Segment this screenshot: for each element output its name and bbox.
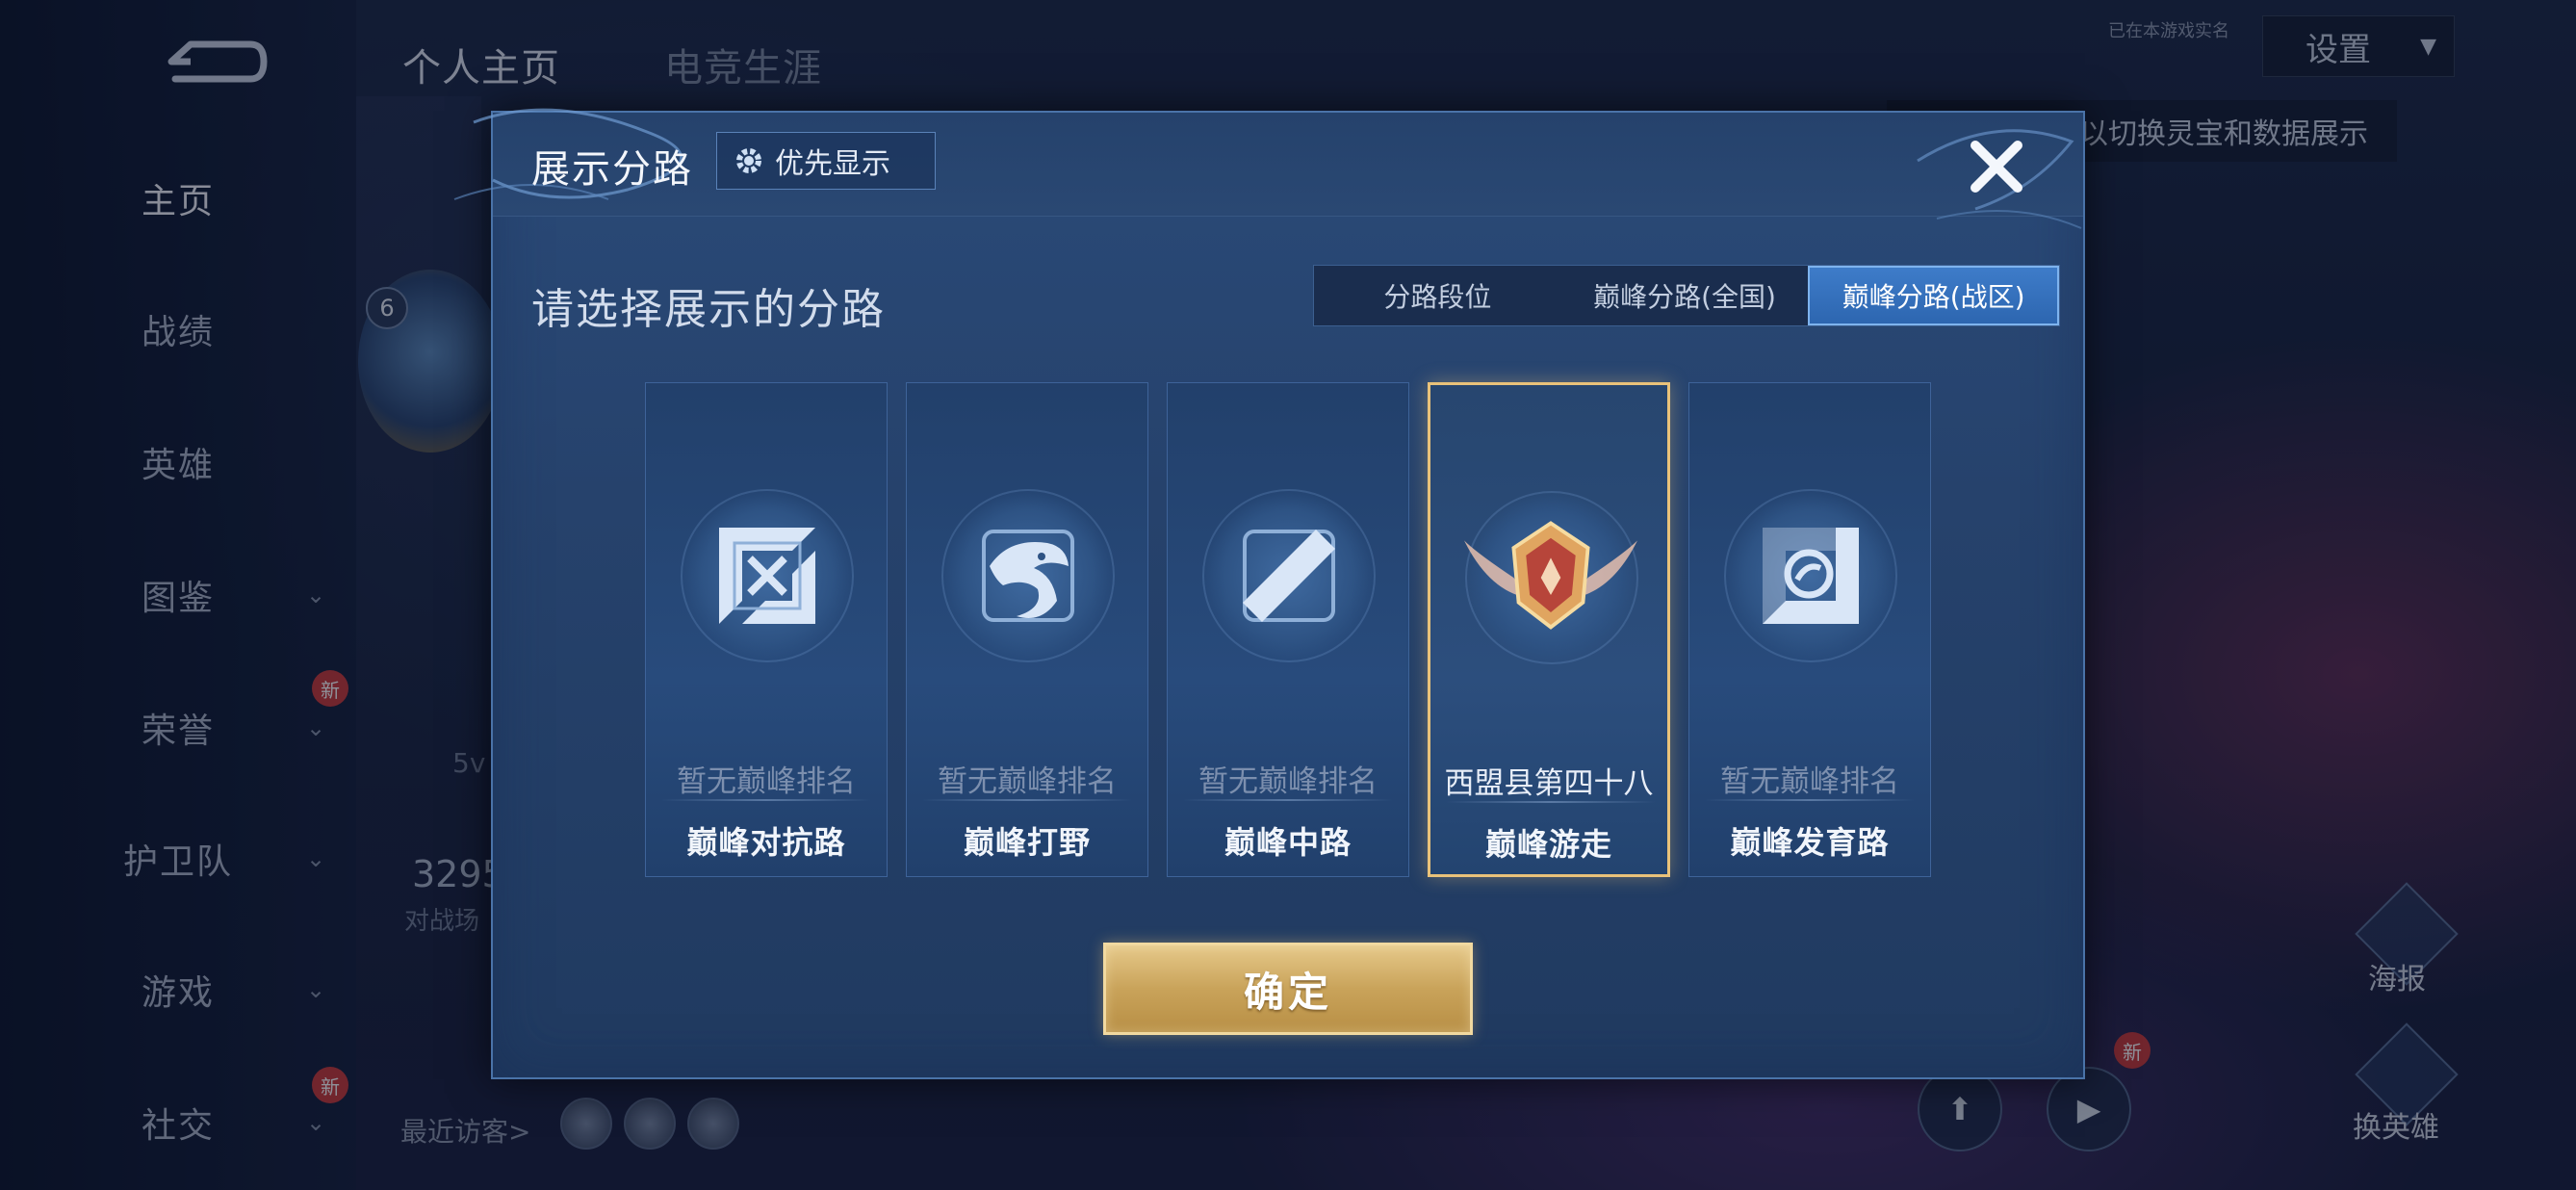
section-title: 请选择展示的分路 <box>531 285 886 334</box>
tab-peak-region[interactable]: 巅峰分路(战区) <box>1808 266 2060 325</box>
lane-name: 巅峰对抗路 <box>686 824 846 861</box>
lane-name: 巅峰打野 <box>963 824 1091 861</box>
lane-card-mid[interactable]: 暂无巅峰排名 巅峰中路 <box>1167 382 1409 877</box>
lane-name: 巅峰发育路 <box>1730 824 1890 861</box>
rank-text: 暂无巅峰排名 <box>938 764 1117 799</box>
rank-text: 西盟县第四十八 <box>1444 766 1654 801</box>
divider <box>922 799 1132 801</box>
rank-text: 暂无巅峰排名 <box>677 764 856 799</box>
lane-display-dialog: 展示分路 优先显示 请选择展示的分路 分路段位 巅峰分路(全国) 巅峰分路(战区… <box>453 108 2085 1079</box>
lane-card-jungle[interactable]: 暂无巅峰排名 巅峰打野 <box>906 382 1148 877</box>
tab-peak-national[interactable]: 巅峰分路(全国) <box>1561 266 1809 325</box>
lane-card-roam[interactable]: 西盟县第四十八 巅峰游走 <box>1428 382 1670 877</box>
farm-lane-icon <box>1763 528 1859 624</box>
dialog-title: 展示分路 <box>531 147 693 192</box>
lane-name: 巅峰中路 <box>1224 824 1352 861</box>
divider <box>1446 801 1656 803</box>
rank-text: 暂无巅峰排名 <box>1720 764 1899 799</box>
close-icon <box>1971 141 2022 193</box>
divider <box>1705 799 1915 801</box>
divider <box>661 799 871 801</box>
tab-lane-rank[interactable]: 分路段位 <box>1314 266 1561 325</box>
roam-winged-badge-icon <box>1464 521 1637 630</box>
dialog-header: 展示分路 优先显示 <box>453 108 2083 229</box>
gear-icon <box>736 148 761 173</box>
lane-card-farm[interactable]: 暂无巅峰排名 巅峰发育路 <box>1688 382 1931 877</box>
priority-display-label: 优先显示 <box>775 147 890 181</box>
mid-lane-icon <box>1243 530 1335 622</box>
clash-lane-icon <box>719 528 815 624</box>
close-button[interactable] <box>1958 128 2035 205</box>
lane-card-clash[interactable]: 暂无巅峰排名 巅峰对抗路 <box>645 382 888 877</box>
divider <box>1183 799 1393 801</box>
rank-text: 暂无巅峰排名 <box>1198 764 1378 799</box>
jungle-dragon-icon <box>982 530 1074 622</box>
lane-type-tabs: 分路段位 巅峰分路(全国) 巅峰分路(战区) <box>1313 265 2060 326</box>
confirm-button[interactable]: 确定 <box>1103 943 1473 1035</box>
lane-name: 巅峰游走 <box>1484 826 1612 863</box>
priority-display-button[interactable]: 优先显示 <box>716 132 936 190</box>
